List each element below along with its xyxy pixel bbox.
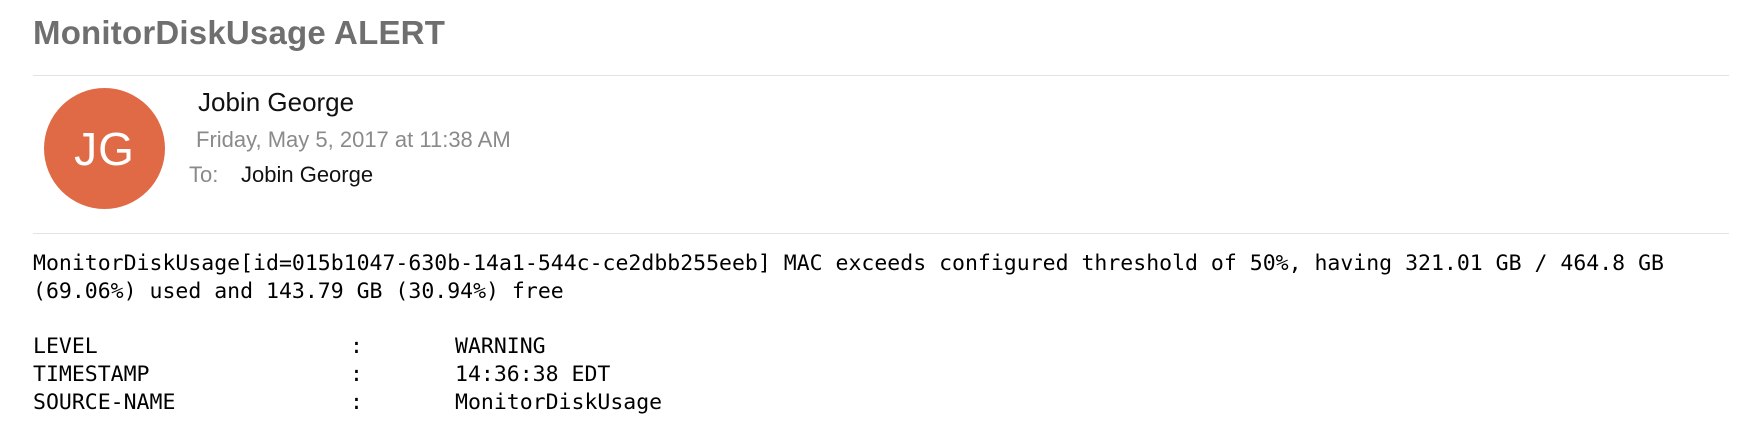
field-key: LEVEL <box>33 334 98 359</box>
field-row-level: LEVEL : WARNING <box>33 333 662 361</box>
field-value: WARNING <box>455 334 546 359</box>
sent-date: Friday, May 5, 2017 at 11:38 AM <box>196 127 511 152</box>
field-key: SOURCE-NAME <box>33 390 176 415</box>
recipient-row: To: Jobin George <box>189 162 373 188</box>
field-separator: : <box>350 362 363 387</box>
email-body-message: MonitorDiskUsage[id=015b1047-630b-14a1-5… <box>33 251 1677 304</box>
field-row-timestamp: TIMESTAMP : 14:36:38 EDT <box>33 361 662 389</box>
field-value: MonitorDiskUsage <box>455 390 663 415</box>
field-separator: : <box>350 390 363 415</box>
body-divider <box>33 233 1729 234</box>
field-row-source-name: SOURCE-NAME : MonitorDiskUsage <box>33 389 662 417</box>
field-separator: : <box>350 334 363 359</box>
to-label: To: <box>189 162 219 187</box>
avatar: JG <box>44 88 165 209</box>
email-subject: MonitorDiskUsage ALERT <box>33 14 446 51</box>
recipient-name[interactable]: Jobin George <box>241 162 373 187</box>
avatar-initials: JG <box>74 122 135 175</box>
field-value: 14:36:38 EDT <box>455 362 611 387</box>
alert-fields: LEVEL : WARNING TIMESTAMP : 14:36:38 EDT… <box>33 333 662 417</box>
field-key: TIMESTAMP <box>33 362 150 387</box>
header-divider <box>33 75 1729 76</box>
sender-name[interactable]: Jobin George <box>198 87 354 118</box>
